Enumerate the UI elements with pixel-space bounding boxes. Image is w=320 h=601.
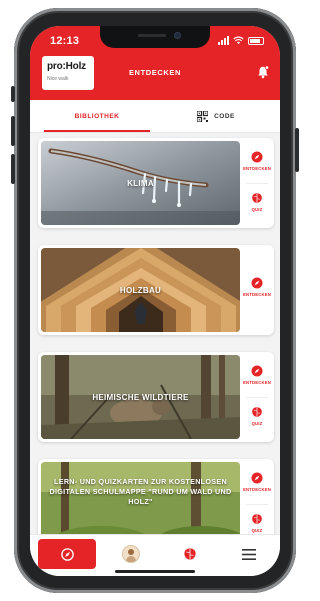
discover-button[interactable]: ENTDECKEN — [240, 277, 274, 297]
tab-bar: BIBLIOTHEK CODE — [30, 100, 280, 133]
quiz-label: QUIZ — [251, 421, 263, 426]
status-icons — [218, 35, 264, 45]
tab-code[interactable]: CODE — [160, 100, 272, 132]
notification-bell-icon[interactable] — [256, 65, 270, 79]
app-header: 12:13 pro:Holz Nice walk ENTDECKEN — [30, 26, 280, 100]
notch — [100, 26, 210, 48]
power-button — [295, 128, 299, 172]
card-image-wildtiere: HEIMISCHE WILDTIERE — [41, 355, 240, 439]
card-actions: ENTDECKEN QUIZ — [240, 459, 274, 534]
nav-discover[interactable] — [38, 539, 96, 569]
tab-bibliothek-label: BIBLIOTHEK — [74, 112, 120, 120]
avatar-icon — [123, 546, 139, 562]
library-card-holzbau[interactable]: HOLZBAU ENTDECKEN — [38, 245, 274, 335]
divider — [246, 397, 268, 398]
page-title: ENTDECKEN — [128, 68, 182, 77]
quiz-button[interactable]: QUIZ — [240, 406, 274, 426]
quiz-button[interactable]: QUIZ — [240, 192, 274, 212]
card-image-klima: KLIMA — [41, 141, 240, 225]
card-image-lernkarten: LERN- UND QUIZKARTEN ZUR KOS­TENLOSEN DI… — [41, 462, 240, 534]
status-time: 12:13 — [50, 35, 80, 47]
wifi-icon — [233, 36, 244, 45]
brain-icon — [252, 514, 262, 524]
quiz-label: QUIZ — [251, 207, 263, 212]
compass-icon — [251, 277, 263, 289]
card-title-holzbau: HOLZBAU — [119, 285, 162, 295]
battery-icon — [248, 37, 264, 45]
library-card-heimische-wildtiere[interactable]: HEIMISCHE WILDTIERE ENTDECKEN QUIZ — [38, 352, 274, 442]
tab-code-label: CODE — [214, 112, 235, 120]
nav-menu[interactable] — [224, 539, 274, 569]
volume-down-button — [11, 154, 15, 184]
tab-bibliothek[interactable]: BIBLIOTHEK — [38, 100, 156, 132]
brain-icon — [184, 548, 196, 560]
quiz-button[interactable]: QUIZ — [240, 513, 274, 533]
discover-label: ENTDECKEN — [243, 380, 271, 385]
library-card-list: KLIMA ENTDECKEN QUIZ HOLZBAU ENTDECKEN H… — [30, 132, 280, 534]
discover-label: ENTDECKEN — [243, 292, 271, 297]
brain-icon — [252, 193, 262, 203]
discover-label: ENTDECKEN — [243, 166, 271, 171]
front-camera — [174, 32, 181, 39]
card-title-wildtiere: HEIMISCHE WILDTIERE — [92, 392, 189, 402]
nav-quiz[interactable] — [160, 539, 220, 569]
menu-icon — [242, 548, 256, 560]
status-bar: 12:13 — [30, 26, 280, 54]
compass-icon — [251, 365, 263, 377]
quiz-label: QUIZ — [251, 528, 263, 533]
card-title-lernkarten: LERN- UND QUIZKARTEN ZUR KOS­TENLOSEN DI… — [49, 477, 232, 506]
library-card-klima[interactable]: KLIMA ENTDECKEN QUIZ — [38, 138, 274, 228]
nav-profile[interactable] — [106, 539, 156, 569]
card-actions: ENTDECKEN QUIZ — [240, 352, 274, 442]
card-actions: ENTDECKEN QUIZ — [240, 138, 274, 228]
discover-button[interactable]: ENTDECKEN — [240, 365, 274, 385]
compass-icon — [60, 547, 74, 561]
divider — [246, 504, 268, 505]
card-image-holzbau: HOLZBAU — [41, 248, 240, 332]
card-title-klima: KLIMA — [127, 178, 154, 188]
divider — [246, 183, 268, 184]
discover-button[interactable]: ENTDECKEN — [240, 151, 274, 171]
speaker — [138, 34, 166, 37]
app-screen: 12:13 pro:Holz Nice walk ENTDECKEN BIBLI… — [30, 26, 280, 576]
qr-code-icon — [197, 110, 209, 122]
card-actions: ENTDECKEN — [240, 245, 274, 335]
discover-label: ENTDECKEN — [243, 487, 271, 492]
library-card-lernkarten[interactable]: LERN- UND QUIZKARTEN ZUR KOS­TENLOSEN DI… — [38, 459, 274, 534]
compass-icon — [251, 472, 263, 484]
volume-up-button — [11, 116, 15, 146]
compass-icon — [251, 151, 263, 163]
discover-button[interactable]: ENTDECKEN — [240, 472, 274, 492]
brain-icon — [252, 407, 262, 417]
cellular-signal-icon — [218, 36, 229, 45]
mute-switch — [11, 86, 15, 102]
home-indicator — [115, 570, 195, 573]
